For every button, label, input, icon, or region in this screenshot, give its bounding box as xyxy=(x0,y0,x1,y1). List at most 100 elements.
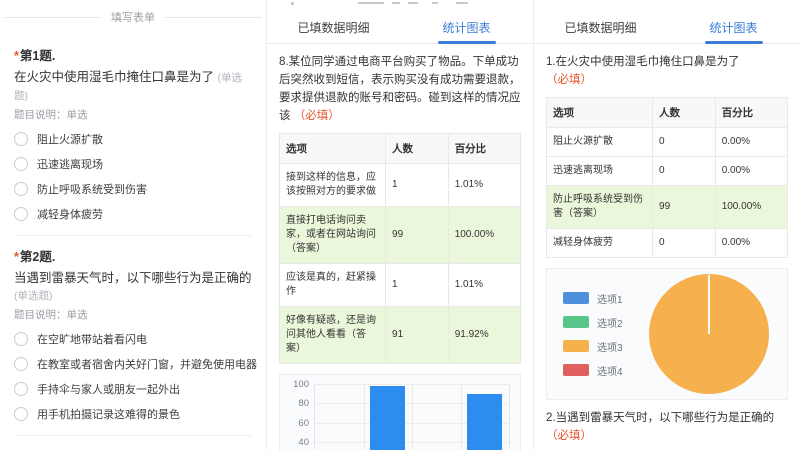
option-cell: 接到这样的信息，应该按照对方的要求做 xyxy=(280,164,386,207)
form-title: 填写表单 xyxy=(111,9,155,25)
tab-label: 统计图表 xyxy=(442,19,490,36)
question-divider xyxy=(14,235,252,236)
table-header-row: 选项人数百分比 xyxy=(280,134,521,164)
header-rule-right xyxy=(165,17,262,18)
radio-option[interactable]: 阻止火源扩散 xyxy=(14,131,252,147)
bar-选项2 xyxy=(370,386,405,450)
form-panel[interactable]: 填写表单 *第1题. 在火灾中使用湿毛巾掩住口鼻是为了 (单选题) 题目说明：单选阻… xyxy=(0,0,266,450)
bar-plot: 020406080100选项1选项2选项3选项4 xyxy=(314,385,510,450)
question-list: *第1题. 在火灾中使用湿毛巾掩住口鼻是为了 (单选题) 题目说明：单选阻止火源扩散… xyxy=(0,29,266,450)
y-tick-label: 60 xyxy=(285,418,309,429)
question-title: 1.在火灾中使用湿毛巾掩住口鼻是为了 （必填） xyxy=(546,53,788,89)
question-text: 在火灾中使用湿毛巾掩住口鼻是为了 (单选题) xyxy=(14,69,252,105)
count-cell[interactable]: 1 xyxy=(386,264,449,307)
legend-swatch xyxy=(563,292,589,304)
column-header: 人数 xyxy=(386,134,449,164)
question-number: *第1题. xyxy=(14,45,252,64)
count-cell[interactable]: 91 xyxy=(386,307,449,364)
option-cell: 直接打电话询问卖家，或者在网站询问（答案） xyxy=(280,207,386,264)
pie-circle xyxy=(649,274,769,394)
tab-bar: 已填数据明细 统计图表 xyxy=(267,12,533,44)
count-cell[interactable]: 99 xyxy=(386,207,449,264)
app-root: 填写表单 *第1题. 在火灾中使用湿毛巾掩住口鼻是为了 (单选题) 题目说明：单选阻… xyxy=(0,0,800,450)
percent-cell: 91.92% xyxy=(448,307,520,364)
legend-label: 选项3 xyxy=(597,339,623,354)
stats-panel-q1[interactable]: 已填数据明细 统计图表 1.在火灾中使用湿毛巾掩住口鼻是为了 （必填） 选项人数… xyxy=(533,0,800,450)
next-question-title: 2.当遇到雷暴天气时，以下哪些行为是正确的 （必填） xyxy=(546,409,788,445)
count-cell: 0 xyxy=(653,157,716,186)
question-title: 8.某位同学通过电商平台购买了物品。下单成功后突然收到短信，表示购买没有成功需要… xyxy=(279,53,521,125)
question-description: 题目说明：单选 xyxy=(14,107,252,122)
tab-data-detail[interactable]: 已填数据明细 xyxy=(267,12,400,43)
y-tick-label: 40 xyxy=(285,437,309,448)
option-label: 用手机拍摄记录这难得的景色 xyxy=(37,406,180,422)
option-label: 阻止火源扩散 xyxy=(37,131,103,147)
required-badge: （必填） xyxy=(294,110,340,122)
option-label: 手持伞与家人或朋友一起外出 xyxy=(37,381,180,397)
radio-circle-icon[interactable] xyxy=(14,157,28,171)
option-label: 减轻身体疲劳 xyxy=(37,206,103,222)
count-cell[interactable]: 99 xyxy=(653,186,716,229)
y-tick-label: 80 xyxy=(285,398,309,409)
radio-option[interactable]: 防止呼吸系统受到伤害 xyxy=(14,181,252,197)
radio-circle-icon[interactable] xyxy=(14,132,28,146)
radio-circle-icon[interactable] xyxy=(14,332,28,346)
radio-option[interactable]: 手持伞与家人或朋友一起外出 xyxy=(14,381,252,397)
legend-item[interactable]: 选项2 xyxy=(563,315,623,330)
stats-panel-q8[interactable]: 已填数据明细 统计图表 8.某位同学通过电商平台购买了物品。下单成功后突然收到短… xyxy=(266,0,533,450)
legend-item[interactable]: 选项4 xyxy=(563,363,623,378)
required-asterisk: * xyxy=(14,250,19,264)
question-title-text: 2.当遇到雷暴天气时，以下哪些行为是正确的 xyxy=(546,412,774,424)
tab-data-detail[interactable]: 已填数据明细 xyxy=(534,12,667,43)
bar-选项4 xyxy=(467,394,502,450)
option-cell: 阻止火源扩散 xyxy=(547,128,653,157)
cropped-toolbar-strip xyxy=(534,0,800,10)
column-header: 人数 xyxy=(653,98,716,128)
percent-cell: 0.00% xyxy=(715,128,787,157)
radio-circle-icon[interactable] xyxy=(14,357,28,371)
option-cell: 迅速逃离现场 xyxy=(547,157,653,186)
radio-circle-icon[interactable] xyxy=(14,207,28,221)
count-cell: 0 xyxy=(653,229,716,258)
option-label: 迅速逃离现场 xyxy=(37,156,103,172)
percent-cell: 100.00% xyxy=(715,186,787,229)
question-block: *第2题.当遇到雷暴天气时，以下哪些行为是正确的 (单选题)题目说明：单选在空旷… xyxy=(14,246,252,422)
radio-circle-icon[interactable] xyxy=(14,182,28,196)
legend-item[interactable]: 选项1 xyxy=(563,291,623,306)
table-row: 迅速逃离现场00.00% xyxy=(547,157,788,186)
tab-stats-chart[interactable]: 统计图表 xyxy=(667,12,800,43)
radio-option[interactable]: 在空旷地带站着看闪电 xyxy=(14,331,252,347)
radio-circle-icon[interactable] xyxy=(14,407,28,421)
legend-item[interactable]: 选项3 xyxy=(563,339,623,354)
option-label: 在教室或者宿舍内关好门窗，并避免使用电器 xyxy=(37,356,257,372)
option-cell: 应该是真的，赶紧操作 xyxy=(280,264,386,307)
radio-option[interactable]: 用手机拍摄记录这难得的景色 xyxy=(14,406,252,422)
count-cell: 0 xyxy=(653,128,716,157)
percent-cell: 0.00% xyxy=(715,229,787,258)
question-text: 当遇到雷暴天气时，以下哪些行为是正确的 (单选题) xyxy=(14,270,252,305)
tab-stats-chart[interactable]: 统计图表 xyxy=(400,12,533,43)
count-cell[interactable]: 1 xyxy=(386,164,449,207)
legend-swatch xyxy=(563,340,589,352)
question-number: *第2题. xyxy=(14,246,252,265)
option-label: 防止呼吸系统受到伤害 xyxy=(37,181,147,197)
required-asterisk: * xyxy=(14,49,19,63)
question-type-label: (单选题) xyxy=(14,290,53,302)
tab-label: 统计图表 xyxy=(709,19,757,36)
table-row: 应该是真的，赶紧操作11.01% xyxy=(280,264,521,307)
tab-bar: 已填数据明细 统计图表 xyxy=(534,12,800,44)
radio-option[interactable]: 迅速逃离现场 xyxy=(14,156,252,172)
option-cell: 好像有疑惑，还是询问其他人看看（答案） xyxy=(280,307,386,364)
bar-chart-box: 020406080100选项1选项2选项3选项4 xyxy=(279,374,521,450)
question-number: *第3题. xyxy=(14,446,252,450)
category-separator xyxy=(412,385,413,450)
radio-option[interactable]: 减轻身体疲劳 xyxy=(14,206,252,222)
table-row: 接到这样的信息，应该按照对方的要求做11.01% xyxy=(280,164,521,207)
option-label: 在空旷地带站着看闪电 xyxy=(37,331,147,347)
option-cell: 防止呼吸系统受到伤害（答案） xyxy=(547,186,653,229)
stats-table-q1: 选项人数百分比 阻止火源扩散00.00%迅速逃离现场00.00%防止呼吸系统受到… xyxy=(546,97,788,258)
question-block: *第1题. 在火灾中使用湿毛巾掩住口鼻是为了 (单选题) 题目说明：单选阻止火源扩散… xyxy=(14,45,252,222)
radio-circle-icon[interactable] xyxy=(14,382,28,396)
radio-option[interactable]: 在教室或者宿舍内关好门窗，并避免使用电器 xyxy=(14,356,252,372)
percent-cell: 0.00% xyxy=(715,157,787,186)
